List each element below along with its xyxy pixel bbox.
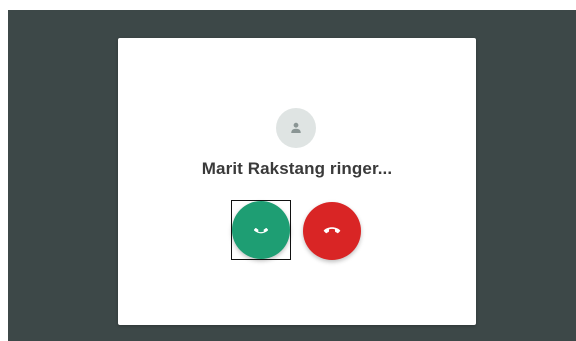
accept-call-button[interactable] bbox=[232, 201, 290, 259]
caller-name-text: Marit Rakstang ringer... bbox=[201, 159, 393, 178]
phone-answer-icon bbox=[254, 227, 268, 234]
incoming-call-dialog: Marit Rakstang ringer... bbox=[118, 38, 476, 325]
person-icon bbox=[291, 122, 301, 133]
call-backdrop: Marit Rakstang ringer... bbox=[8, 10, 576, 341]
caller-avatar bbox=[276, 108, 316, 148]
decline-call-button[interactable] bbox=[303, 202, 361, 260]
phone-hangup-icon bbox=[323, 227, 341, 234]
accept-call-focus bbox=[231, 200, 291, 260]
